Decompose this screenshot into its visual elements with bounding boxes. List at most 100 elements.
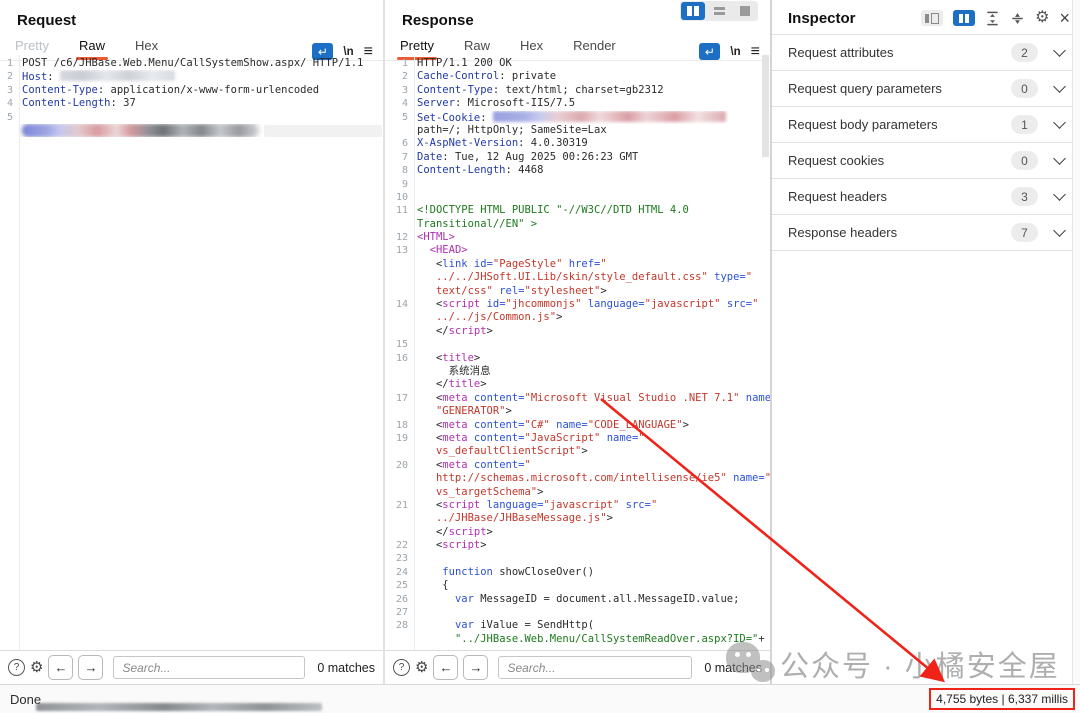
editor-line: 3Content-Type: text/html; charset=gb2312 [385,84,770,97]
line-content: 系统消息 [413,365,770,378]
search-settings-gear-icon[interactable]: ⚙ [30,660,43,675]
editor-line: path=/; HttpOnly; SameSite=Lax [385,124,770,137]
single-pane-layout-button[interactable] [733,2,757,20]
inspector-section-request-body-parameters[interactable]: Request body parameters1 [772,107,1080,143]
editor-line: 11<!DOCTYPE HTML PUBLIC "-//W3C//DTD HTM… [385,204,770,217]
line-content: Content-Length: 37 [18,97,383,110]
response-scrollbar-thumb[interactable] [762,55,769,157]
inspector-scrollbar[interactable] [1072,0,1080,684]
line-number [385,124,413,137]
editor-line: text/css" rel="stylesheet"> [385,285,770,298]
line-content: Cache-Control: private [413,70,770,83]
editor-layout-buttons [680,1,758,21]
chevron-down-icon[interactable] [1053,44,1066,57]
line-number [385,311,413,324]
line-number [385,405,413,418]
editor-line: <link id="PageStyle" href=" [385,258,770,271]
editor-line: 13 <HEAD> [385,244,770,257]
inspector-panel: Inspector ⚙ × Request attribut [772,0,1080,684]
section-label: Request query parameters [788,81,942,96]
editor-line: 23 [385,552,770,565]
line-number: 4 [0,97,18,110]
search-help-icon[interactable]: ? [393,659,410,676]
editor-line: 17 <meta content="Microsoft Visual Studi… [385,392,770,405]
line-number: 8 [385,164,413,177]
editor-line: 22 <script> [385,539,770,552]
chevron-down-icon[interactable] [1053,152,1066,165]
response-search-bar: ? ⚙ ← → 0 matches [385,650,770,684]
editor-line: ../../js/Common.js"> [385,311,770,324]
search-help-icon[interactable]: ? [8,659,25,676]
editor-line: </script> [385,526,770,539]
chevron-down-icon[interactable] [1053,116,1066,129]
search-previous-button[interactable]: ← [48,655,73,680]
line-number: 27 [385,606,413,619]
response-panel-header: Response [385,0,770,34]
editor-line: 6X-AspNet-Version: 4.0.30319 [385,137,770,150]
inspector-title: Inspector [788,10,856,27]
chevron-down-icon[interactable] [1053,224,1066,237]
line-number: 11 [385,204,413,217]
line-content [413,606,770,619]
editor-line: 2Cache-Control: private [385,70,770,83]
editor-line: 9 [385,178,770,191]
line-content: vs_targetSchema"> [413,486,770,499]
section-count-badge: 1 [1011,115,1038,134]
chevron-down-icon[interactable] [1053,80,1066,93]
line-content: POST /c6/JHBase.Web.Menu/CallSystemShow.… [18,57,383,70]
editor-line: </title> [385,378,770,391]
line-number: 5 [0,111,18,124]
line-number: 5 [385,111,413,124]
search-settings-gear-icon[interactable]: ⚙ [415,660,428,675]
inspector-settings-gear-icon[interactable]: ⚙ [1035,10,1049,26]
request-editor[interactable]: 1POST /c6/JHBase.Web.Menu/CallSystemShow… [0,55,383,651]
inspector-section-request-query-parameters[interactable]: Request query parameters0 [772,71,1080,107]
request-search-bar: ? ⚙ ← → 0 matches [0,650,383,684]
inspector-split-view-icon[interactable] [953,10,975,26]
inspector-section-request-headers[interactable]: Request headers3 [772,179,1080,215]
search-next-button[interactable]: → [463,655,488,680]
line-number: 17 [385,392,413,405]
line-content: X-AspNet-Version: 4.0.30319 [413,137,770,150]
editor-line: 27 [385,606,770,619]
line-content [413,191,770,204]
editor-line: 16 <title> [385,352,770,365]
editor-line: 18 <meta content="C#" name="CODE_LANGUAG… [385,419,770,432]
collapse-all-icon[interactable] [1010,11,1025,26]
line-content: <HEAD> [413,244,770,257]
inspector-dock-side-icon[interactable] [921,10,943,26]
line-number: 25 [385,579,413,592]
expand-all-icon[interactable] [985,11,1000,26]
editor-line: 4Server: Microsoft-IIS/7.5 [385,97,770,110]
request-search-input[interactable] [113,656,305,679]
line-content: function showCloseOver() [413,566,770,579]
line-content: <meta content="Microsoft Visual Studio .… [413,392,770,405]
inspector-section-request-attributes[interactable]: Request attributes2 [772,35,1080,71]
line-number: 2 [385,70,413,83]
search-next-button[interactable]: → [78,655,103,680]
search-previous-button[interactable]: ← [433,655,458,680]
rows-layout-button[interactable] [707,2,731,20]
response-editor[interactable]: 1HTTP/1.1 200 OK2Cache-Control: private3… [385,55,770,651]
section-label: Request cookies [788,153,884,168]
editor-line: 21 <script language="javascript" src=" [385,499,770,512]
chevron-down-icon[interactable] [1053,188,1066,201]
line-number: 28 [385,619,413,632]
line-content: <!DOCTYPE HTML PUBLIC "-//W3C//DTD HTML … [413,204,770,217]
section-label: Response headers [788,225,897,240]
editor-line: 系统消息 [385,365,770,378]
inspector-section-request-cookies[interactable]: Request cookies 0 [772,143,1080,179]
line-content: "../JHBase.Web.Menu/CallSystemReadOver.a… [413,633,770,646]
line-content: <title> [413,352,770,365]
section-count-badge: 0 [1011,151,1038,170]
editor-line: "GENERATOR"> [385,405,770,418]
editor-line: 5Set-Cookie: [385,111,770,124]
response-search-input[interactable] [498,656,692,679]
inspector-close-icon[interactable]: × [1059,9,1070,27]
columns-layout-button[interactable] [681,2,705,20]
response-search-matches: 0 matches [704,661,762,675]
editor-line: 25 { [385,579,770,592]
inspector-section-response-headers[interactable]: Response headers7 [772,215,1080,251]
line-number: 16 [385,352,413,365]
line-number [385,325,413,338]
